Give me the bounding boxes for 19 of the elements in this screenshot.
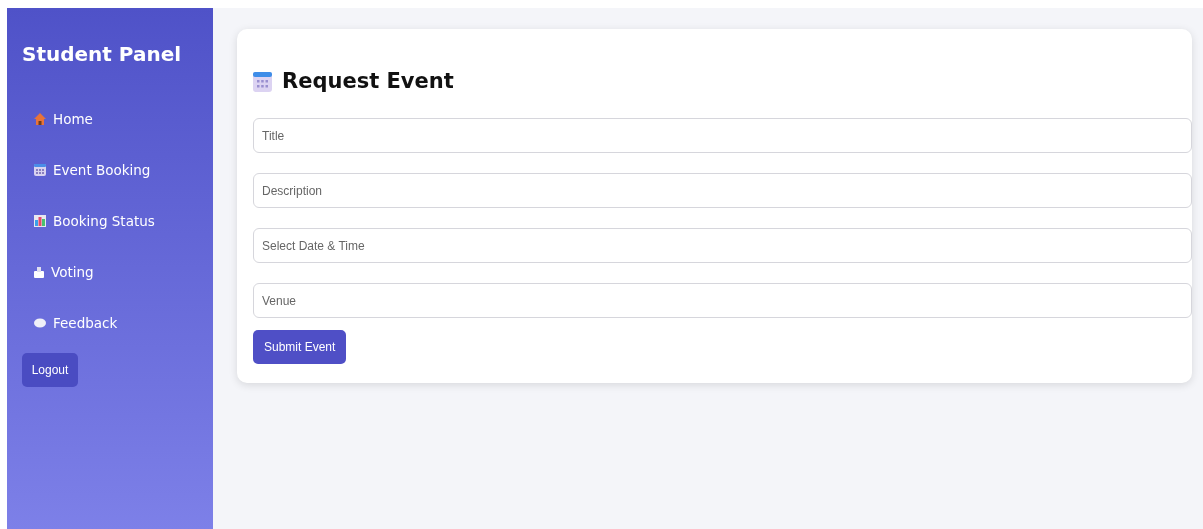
house-icon xyxy=(33,112,47,126)
form-title: Request Event xyxy=(282,69,454,93)
speech-bubble-icon xyxy=(33,317,47,329)
sidebar-title: Student Panel xyxy=(22,42,183,66)
input-field[interactable]: Select Date & Time xyxy=(253,228,1192,263)
submit-button[interactable]: Submit Event xyxy=(253,330,347,364)
nav-link[interactable]: Event Booking xyxy=(33,161,198,179)
nav-link[interactable]: Voting xyxy=(33,263,198,281)
nav-link[interactable]: Booking Status xyxy=(33,212,198,230)
calendar-icon xyxy=(33,163,47,177)
logout-button[interactable]: Logout xyxy=(22,353,78,387)
bar-chart-icon xyxy=(33,214,47,228)
ballot-box-icon xyxy=(33,265,45,279)
calendar-icon xyxy=(253,70,272,92)
input-field[interactable]: Description xyxy=(253,173,1192,208)
input-field[interactable]: Title xyxy=(253,118,1192,153)
input-field[interactable]: Venue xyxy=(253,283,1192,318)
nav-link[interactable]: Feedback xyxy=(33,314,198,332)
nav-link[interactable]: Home xyxy=(33,110,198,128)
